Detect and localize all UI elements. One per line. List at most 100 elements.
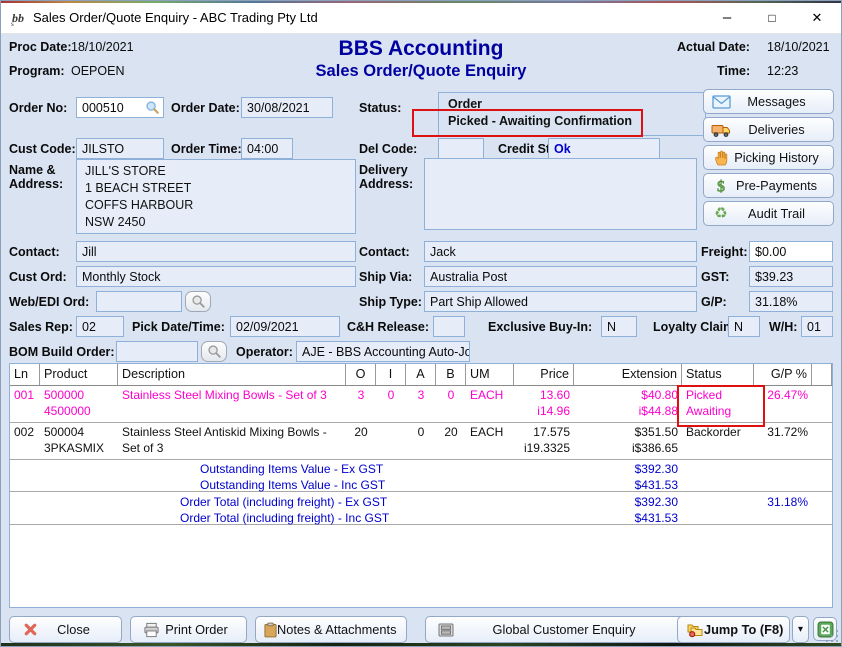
resize-grip[interactable]	[826, 630, 838, 642]
app-icon: bb s	[10, 9, 28, 27]
cust-code-label: Cust Code:	[9, 142, 76, 156]
exclusive-buy-in-field[interactable]: N	[601, 316, 637, 337]
name-address-box[interactable]: JILL'S STORE 1 BEACH STREET COFFS HARBOU…	[76, 159, 356, 234]
wh-field[interactable]: 01	[801, 316, 833, 337]
table-row[interactable]: 001 5000004500000 Stainless Steel Mixing…	[10, 385, 832, 423]
screen-heading: Sales Order/Quote Enquiry	[1, 62, 841, 81]
pick-date-time-field[interactable]: 02/09/2021	[230, 316, 340, 337]
dollar-icon: $	[710, 178, 732, 194]
cust-ord-field[interactable]: Monthly Stock	[76, 266, 356, 287]
audit-trail-button[interactable]: ♻ Audit Trail	[703, 201, 834, 226]
col-header-spacer	[812, 364, 832, 385]
app-window: bb s Sales Order/Quote Enquiry - ABC Tra…	[0, 0, 842, 647]
maximize-button[interactable]: □	[755, 3, 789, 33]
col-header-description: Description	[118, 364, 346, 385]
col-header-status: Status	[682, 364, 754, 385]
delivery-address-label: DeliveryAddress:	[359, 163, 413, 191]
col-header-a: A	[406, 364, 436, 385]
window-title: Sales Order/Quote Enquiry - ABC Trading …	[33, 10, 318, 25]
bom-lookup-button[interactable]	[201, 341, 227, 362]
loyalty-claim-field[interactable]: N	[728, 316, 760, 337]
jump-to-dropdown-button[interactable]: ▾	[792, 616, 809, 643]
cust-code-field[interactable]: JILSTO	[76, 138, 164, 159]
recycle-icon: ♻	[710, 206, 732, 221]
row1-status-cell: Picked AwaitingConfirmation	[682, 385, 754, 422]
sales-rep-label: Sales Rep:	[9, 320, 73, 334]
wh-label: W/H:	[769, 320, 797, 334]
minimize-button[interactable]: –	[710, 3, 744, 33]
order-time-label: Order Time:	[171, 142, 242, 156]
order-time-field[interactable]: 04:00	[241, 138, 293, 159]
contact-left-field[interactable]: Jill	[76, 241, 356, 262]
summary-row: Order Total (including freight) - Inc GS…	[10, 508, 832, 525]
envelope-icon	[710, 95, 732, 109]
sales-rep-field[interactable]: 02	[76, 316, 124, 337]
close-button[interactable]: Close	[9, 616, 122, 643]
col-header-b: B	[436, 364, 466, 385]
ship-via-label: Ship Via:	[359, 270, 412, 284]
picking-history-button[interactable]: Picking History	[703, 145, 834, 170]
close-window-button[interactable]: ✕	[800, 3, 834, 33]
order-no-field[interactable]: 000510	[76, 97, 164, 118]
gst-label: GST:	[701, 270, 729, 284]
cust-ord-label: Cust Ord:	[9, 270, 67, 284]
chevron-down-icon: ▾	[798, 624, 803, 635]
contact-left-label: Contact:	[9, 245, 60, 259]
freight-field[interactable]: $0.00	[749, 241, 833, 262]
svg-text:s: s	[11, 20, 14, 27]
web-edi-ord-label: Web/EDI Ord:	[9, 295, 89, 309]
actual-date-value: 18/10/2021	[767, 40, 830, 54]
print-order-button[interactable]: Print Order	[130, 616, 247, 643]
desktop-edge-bottom	[1, 643, 841, 646]
messages-button[interactable]: Messages	[703, 89, 834, 114]
contact-right-label: Contact:	[359, 245, 410, 259]
search-icon[interactable]	[145, 100, 160, 115]
status-box: Order Picked - Awaiting Confirmation	[438, 92, 706, 136]
title-bar[interactable]: bb s Sales Order/Quote Enquiry - ABC Tra…	[1, 3, 841, 34]
web-edi-lookup-button[interactable]	[185, 291, 211, 312]
order-date-label: Order Date:	[171, 101, 240, 115]
deliveries-button[interactable]: Deliveries	[703, 117, 834, 142]
col-header-price: Price	[514, 364, 574, 385]
del-code-field[interactable]	[438, 138, 484, 159]
pre-payments-button[interactable]: $ Pre-Payments	[703, 173, 834, 198]
jump-to-button[interactable]: Jump To (F8)	[677, 616, 790, 643]
status-label: Status:	[359, 101, 401, 115]
search-icon	[191, 294, 206, 309]
delivery-address-box[interactable]	[424, 158, 697, 230]
actual-date-label: Actual Date:	[677, 40, 750, 54]
close-x-icon	[18, 622, 42, 637]
bom-build-order-label: BOM Build Order:	[9, 345, 115, 359]
pick-date-time-label: Pick Date/Time:	[132, 320, 225, 334]
loyalty-claim-label: Loyalty Claim:	[653, 320, 738, 334]
ch-release-field[interactable]	[433, 316, 465, 337]
order-date-field[interactable]: 30/08/2021	[241, 97, 333, 118]
cabinet-icon	[434, 623, 458, 637]
operator-label: Operator:	[236, 345, 293, 359]
col-header-product: Product	[40, 364, 118, 385]
del-code-label: Del Code:	[359, 142, 417, 156]
svg-text:bb: bb	[12, 11, 24, 25]
ship-via-field[interactable]: Australia Post	[424, 266, 697, 287]
web-edi-ord-field[interactable]	[96, 291, 182, 312]
ship-type-field[interactable]: Part Ship Allowed	[424, 291, 697, 312]
time-value: 12:23	[767, 64, 798, 78]
contact-right-field[interactable]: Jack	[424, 241, 697, 262]
notes-attachments-button[interactable]: Notes & Attachments	[255, 616, 407, 643]
folders-icon	[686, 622, 704, 638]
col-header-extension: Extension	[574, 364, 682, 385]
col-header-i: I	[376, 364, 406, 385]
summary-row: Order Total (including freight) - Ex GST…	[10, 492, 832, 508]
col-header-ln: Ln	[10, 364, 40, 385]
ch-release-label: C&H Release:	[347, 320, 429, 334]
bom-build-order-field[interactable]	[116, 341, 198, 362]
col-header-o: O	[346, 364, 376, 385]
gp-field: 31.18%	[749, 291, 833, 312]
operator-field: AJE - BBS Accounting Auto-Jol	[296, 341, 470, 362]
global-customer-enquiry-button[interactable]: Global Customer Enquiry	[425, 616, 687, 643]
order-lines-table[interactable]: Ln Product Description O I A B UM Price …	[9, 363, 833, 608]
printer-icon	[139, 622, 163, 638]
gp-label: G/P:	[701, 295, 727, 309]
freight-label: Freight:	[701, 245, 748, 259]
table-row[interactable]: 002 5000043PKASMIX Stainless Steel Antis…	[10, 422, 832, 460]
